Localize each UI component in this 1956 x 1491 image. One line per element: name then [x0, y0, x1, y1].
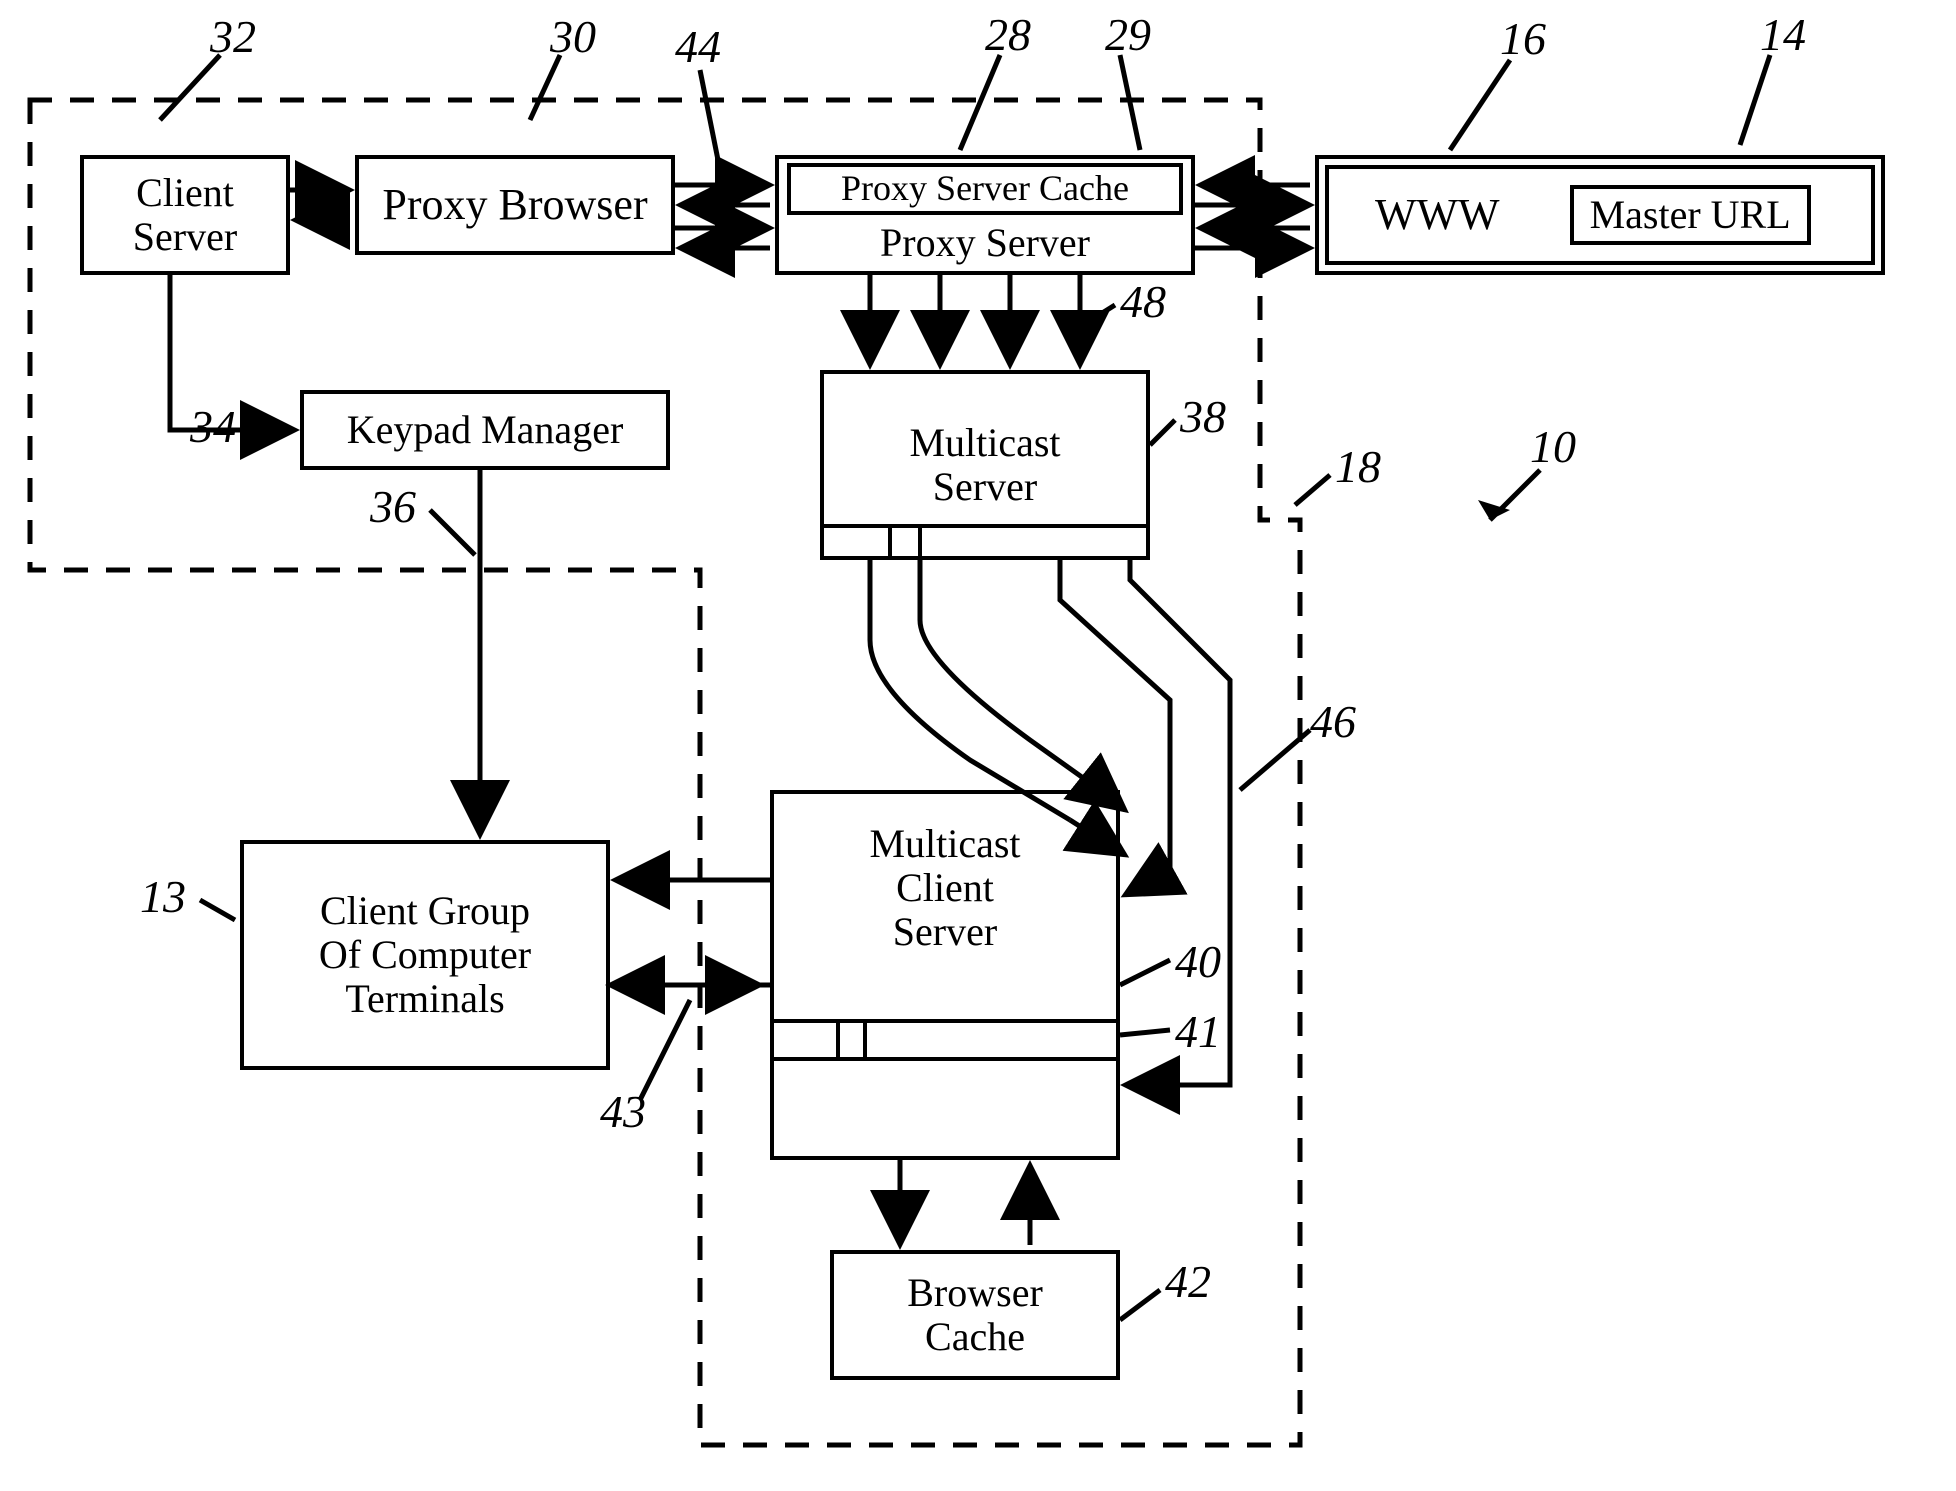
master-url-label: Master URL	[1590, 192, 1791, 237]
ref-42: 42	[1165, 1255, 1211, 1308]
ref-14: 14	[1760, 8, 1806, 61]
ref-30: 30	[550, 10, 596, 63]
ref-36: 36	[370, 480, 416, 533]
ref-40: 40	[1175, 935, 1221, 988]
ref-32: 32	[210, 10, 256, 63]
ref-38: 38	[1180, 390, 1226, 443]
ref-16: 16	[1500, 12, 1546, 65]
ref-44: 44	[675, 20, 721, 73]
diagram-canvas: Client Server Proxy Browser Proxy Server…	[0, 0, 1956, 1491]
ref-10: 10	[1530, 420, 1576, 473]
ref-28: 28	[985, 8, 1031, 61]
ref-29: 29	[1105, 8, 1151, 61]
ref-18: 18	[1335, 440, 1381, 493]
ref-46: 46	[1310, 695, 1356, 748]
ref-48: 48	[1120, 275, 1166, 328]
www-label: WWW	[1325, 191, 1500, 239]
ref-34: 34	[190, 400, 236, 453]
ref-13: 13	[140, 870, 186, 923]
ref-43: 43	[600, 1085, 646, 1138]
ref-41: 41	[1175, 1005, 1221, 1058]
master-url-box: Master URL	[1570, 185, 1811, 245]
